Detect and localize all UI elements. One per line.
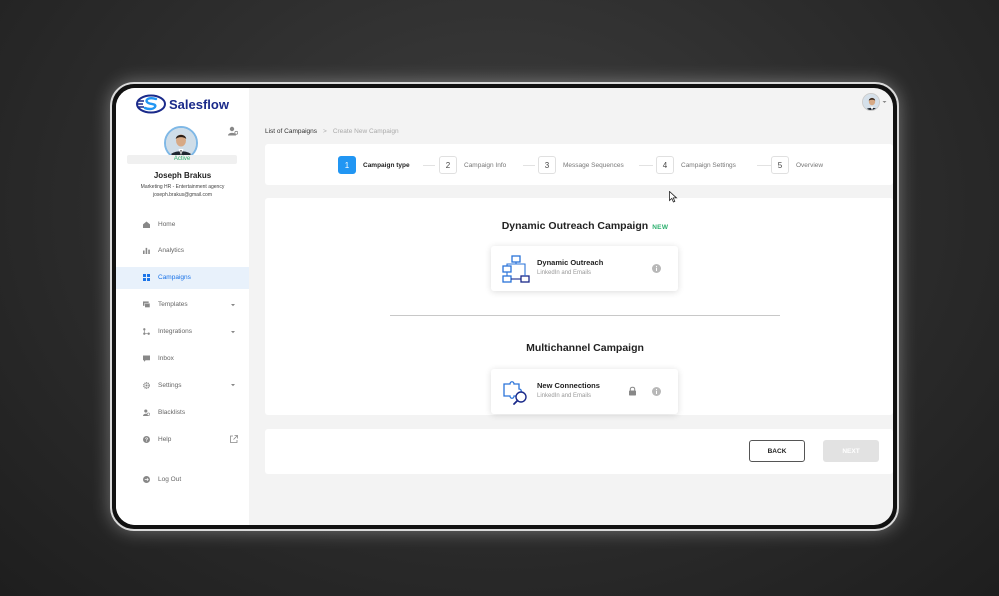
inbox-icon xyxy=(143,355,150,362)
step-campaign-info[interactable]: 2 Campaign Info xyxy=(439,156,506,174)
next-button[interactable]: NEXT xyxy=(823,440,879,462)
breadcrumb-current: Create New Campaign xyxy=(332,128,399,135)
logout-icon xyxy=(143,475,150,483)
dynamic-section-heading: Dynamic Outreach Campaign xyxy=(501,220,649,232)
multichannel-section-title: Multichannel Campaign xyxy=(526,342,644,354)
step-number: 2 xyxy=(439,156,457,174)
sidebar-item-help[interactable]: ? Help xyxy=(116,428,249,450)
sidebar: Salesflow Active Joseph Brakus Marketing… xyxy=(116,88,249,525)
user-portrait-icon xyxy=(166,128,196,158)
info-icon[interactable] xyxy=(652,264,661,273)
sidebar-item-inbox[interactable]: Inbox xyxy=(116,347,249,369)
breadcrumb-parent-link[interactable]: List of Campaigns xyxy=(265,128,317,135)
templates-icon xyxy=(143,301,150,308)
chevron-down-icon[interactable] xyxy=(230,329,236,335)
dynamic-section-title: Dynamic Outreach Campaign NEW xyxy=(265,220,893,232)
sidebar-item-label: Help xyxy=(158,435,172,443)
option-title: New Connections xyxy=(537,381,600,390)
user-name: Joseph Brakus xyxy=(153,171,212,180)
back-button[interactable]: BACK xyxy=(749,440,805,462)
sidebar-item-label: Blacklists xyxy=(158,408,186,416)
step-connector xyxy=(757,165,771,166)
new-badge: NEW xyxy=(652,224,669,231)
step-campaign-settings[interactable]: 4 Campaign Settings xyxy=(656,156,736,174)
settings-icon xyxy=(143,381,150,389)
lock-icon xyxy=(629,386,636,396)
step-connector xyxy=(523,165,535,166)
sidebar-item-blacklists[interactable]: Blacklists xyxy=(116,401,249,423)
puzzle-search-icon xyxy=(503,381,527,405)
dynamic-outreach-option[interactable]: Dynamic Outreach LinkedIn and Emails xyxy=(491,246,678,291)
breadcrumb-separator: > xyxy=(323,128,327,135)
step-label: Campaign Settings xyxy=(681,161,736,169)
breadcrumb: List of Campaigns > Create New Campaign xyxy=(265,128,399,135)
app-screen: Salesflow Active Joseph Brakus Marketing… xyxy=(116,88,893,525)
campaigns-icon xyxy=(143,274,150,282)
sidebar-item-label: Inbox xyxy=(158,354,174,362)
user-email: joseph.brakus@gmail.com xyxy=(153,192,212,198)
wizard-footer: BACK NEXT xyxy=(265,429,893,474)
step-overview[interactable]: 5 Overview xyxy=(771,156,823,174)
home-icon xyxy=(143,220,150,228)
account-menu-avatar[interactable] xyxy=(862,93,880,111)
sidebar-item-templates[interactable]: Templates xyxy=(116,294,249,316)
step-campaign-type[interactable]: 1 Campaign type xyxy=(338,156,410,174)
analytics-icon xyxy=(143,248,150,255)
user-role: Marketing HR - Entertainment agency xyxy=(140,184,225,190)
sidebar-item-label: Campaigns xyxy=(158,274,191,282)
chevron-down-icon[interactable] xyxy=(230,382,236,388)
step-number: 5 xyxy=(771,156,789,174)
step-label: Overview xyxy=(796,161,824,169)
option-subtitle: LinkedIn and Emails xyxy=(537,270,592,276)
option-title: Dynamic Outreach xyxy=(537,258,604,267)
svg-text:?: ? xyxy=(145,437,148,443)
mouse-cursor-icon xyxy=(669,191,678,203)
step-label: Campaign type xyxy=(363,161,410,169)
step-number: 1 xyxy=(338,156,356,174)
logout-label: Log Out xyxy=(158,475,182,483)
sidebar-item-integrations[interactable]: Integrations xyxy=(116,321,249,343)
account-menu-caret-icon[interactable] xyxy=(882,100,887,104)
salesflow-logo-icon xyxy=(136,94,166,114)
step-number: 4 xyxy=(656,156,674,174)
sidebar-item-label: Analytics xyxy=(158,247,185,255)
sidebar-item-label: Home xyxy=(158,220,176,228)
sidebar-item-analytics[interactable]: Analytics xyxy=(116,240,249,262)
step-label: Message Sequences xyxy=(563,161,624,169)
step-label: Campaign Info xyxy=(464,161,507,169)
brand-logo[interactable]: Salesflow xyxy=(136,94,229,114)
brand-name: Salesflow xyxy=(169,96,229,112)
sidebar-item-label: Settings xyxy=(158,381,182,389)
blacklists-icon xyxy=(143,409,150,416)
info-icon[interactable] xyxy=(652,387,661,396)
user-portrait-icon xyxy=(863,94,879,110)
new-connections-option[interactable]: New Connections LinkedIn and Emails xyxy=(491,369,678,414)
sidebar-nav: Home Analytics Campaigns Templates Integ… xyxy=(116,213,249,455)
sidebar-item-label: Templates xyxy=(158,301,188,309)
sidebar-item-label: Integrations xyxy=(158,328,192,336)
device-frame: Salesflow Active Joseph Brakus Marketing… xyxy=(110,82,899,531)
status-badge: Active xyxy=(127,155,237,164)
option-subtitle: LinkedIn and Emails xyxy=(537,393,592,399)
integrations-icon xyxy=(143,328,150,335)
step-number: 3 xyxy=(538,156,556,174)
external-link-icon[interactable] xyxy=(230,435,238,444)
step-connector xyxy=(423,165,435,166)
campaign-type-panel: Dynamic Outreach Campaign NEW Dynamic Out… xyxy=(265,198,893,415)
flowchart-icon xyxy=(502,255,530,283)
help-icon: ? xyxy=(143,435,150,443)
section-divider xyxy=(390,315,780,316)
logout-button[interactable]: Log Out xyxy=(116,468,249,490)
step-connector xyxy=(639,165,653,166)
user-settings-icon[interactable] xyxy=(228,126,238,136)
sidebar-item-home[interactable]: Home xyxy=(116,213,249,235)
campaign-stepper: 1 Campaign type 2 Campaign Info 3 Messag… xyxy=(265,144,893,185)
sidebar-item-settings[interactable]: Settings xyxy=(116,374,249,396)
chevron-down-icon[interactable] xyxy=(230,302,236,308)
step-message-sequences[interactable]: 3 Message Sequences xyxy=(538,156,624,174)
sidebar-item-campaigns[interactable]: Campaigns xyxy=(116,266,249,289)
